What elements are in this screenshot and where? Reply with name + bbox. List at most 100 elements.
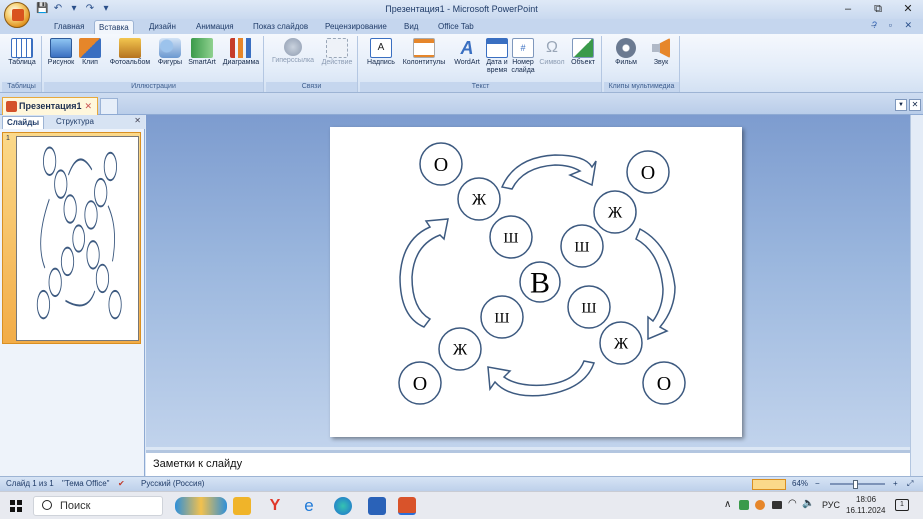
tab-insert[interactable]: Вставка xyxy=(94,20,134,34)
tray-app2-icon[interactable] xyxy=(755,500,765,510)
zoom-in-button[interactable]: + xyxy=(893,477,898,491)
wordart-button[interactable]: A WordArt xyxy=(450,36,484,67)
arrow-right xyxy=(635,227,676,341)
action-icon xyxy=(326,38,348,58)
office-logo-icon xyxy=(12,9,24,21)
group-links-label: Связи xyxy=(266,82,357,92)
notes-pane[interactable]: Заметки к слайду xyxy=(146,450,910,476)
clock-date[interactable]: 16.11.2024 xyxy=(846,506,885,515)
windows-start-icon[interactable] xyxy=(10,500,22,512)
word-app-icon[interactable] xyxy=(368,497,386,515)
clock-time[interactable]: 18:06 xyxy=(856,495,876,504)
new-tab-button[interactable] xyxy=(100,98,118,114)
tab-slideshow[interactable]: Показ слайдов xyxy=(249,20,312,34)
notifications-icon[interactable]: 1 xyxy=(895,499,909,511)
document-tab[interactable]: Презентация1 ✕ xyxy=(2,97,98,115)
circle-mid-bottom-left-label: Ж xyxy=(453,342,468,359)
window-title: Презентация1 - Microsoft PowerPoint xyxy=(385,4,538,14)
action-label: Действие xyxy=(321,59,353,66)
shapes-button[interactable]: Фигуры xyxy=(155,36,185,67)
spellcheck-icon[interactable]: ✔ xyxy=(118,477,125,491)
tab-review[interactable]: Рецензирование xyxy=(321,20,391,34)
sound-button[interactable]: Звук xyxy=(646,36,676,67)
taskbar-search-label: Поиск xyxy=(60,500,91,512)
yandex-browser-icon[interactable]: Y xyxy=(266,497,284,515)
tab-slides[interactable]: Слайды xyxy=(2,116,45,129)
tab-outline[interactable]: Структура xyxy=(52,116,98,129)
zoom-level[interactable]: 64% xyxy=(792,477,808,491)
circle-outer-bottom-right-label: О xyxy=(657,373,671,395)
tab-office-tab[interactable]: Office Tab xyxy=(434,20,478,34)
hyperlink-button[interactable]: Гиперссылка xyxy=(268,36,318,65)
slide-number-button[interactable]: # Номер слайда xyxy=(510,36,536,75)
battery-icon[interactable] xyxy=(772,501,782,509)
circle-mid-top-right-label: Ж xyxy=(608,205,623,222)
language-status[interactable]: Русский (Россия) xyxy=(141,477,204,491)
search-icon xyxy=(42,500,52,510)
tab-animation[interactable]: Анимация xyxy=(192,20,238,34)
circle-outer-bottom-left-label: О xyxy=(413,373,427,395)
slide-thumbnail[interactable] xyxy=(16,136,139,341)
input-language[interactable]: РУС xyxy=(822,500,840,510)
zoom-out-button[interactable]: − xyxy=(815,477,820,491)
theme-name[interactable]: "Тема Office" xyxy=(62,477,110,491)
document-tab-label: Презентация1 xyxy=(19,101,82,111)
object-button[interactable]: Объект xyxy=(568,36,598,67)
slide-drawing: О О Ж Ж Ш Ш В Ш Ш Ж Ж О О xyxy=(398,142,686,405)
document-close-icon[interactable]: ✕ xyxy=(909,99,921,111)
picture-button[interactable]: Рисунок xyxy=(46,36,76,67)
document-tab-close-icon[interactable]: ✕ xyxy=(84,98,92,115)
shapes-icon xyxy=(159,38,181,58)
tab-home[interactable]: Главная xyxy=(50,20,88,34)
date-time-button[interactable]: Дата и время xyxy=(484,36,510,75)
group-media-label: Клипы мультимедиа xyxy=(604,82,679,92)
tab-view[interactable]: Вид xyxy=(400,20,422,34)
ribbon-window-controls[interactable]: – ▫ ✕ xyxy=(871,20,917,31)
ribbon: Таблица Таблицы Рисунок Клип Фотоальбом … xyxy=(0,34,923,93)
header-footer-button[interactable]: Колонтитулы xyxy=(398,36,450,67)
tray-app-icon[interactable] xyxy=(739,500,749,510)
close-button[interactable]: ✕ xyxy=(893,0,923,19)
movie-button[interactable]: Фильм xyxy=(610,36,642,67)
smartart-icon xyxy=(191,38,213,58)
chart-button[interactable]: Диаграмма xyxy=(220,36,262,67)
header-footer-label: Колонтитулы xyxy=(402,59,446,66)
slides-pane-close-icon[interactable]: ✕ xyxy=(134,116,141,125)
table-button[interactable]: Таблица xyxy=(4,36,40,67)
volume-icon[interactable]: 🔈 xyxy=(802,498,814,509)
clip-label: Клип xyxy=(82,59,98,66)
restore-button[interactable]: ⧉ xyxy=(863,0,893,19)
wordart-icon: A xyxy=(460,38,474,58)
symbol-label: Символ xyxy=(539,59,565,66)
powerpoint-app-icon[interactable] xyxy=(398,497,416,515)
network-icon[interactable]: ◠ xyxy=(788,498,797,509)
photo-album-button[interactable]: Фотоальбом xyxy=(106,36,154,67)
chart-label: Диаграмма xyxy=(222,59,260,66)
textbox-button[interactable]: A Надпись xyxy=(364,36,398,67)
normal-view-icon[interactable] xyxy=(752,479,786,490)
action-button[interactable]: Действие xyxy=(318,36,356,67)
symbol-button[interactable]: Ω Символ xyxy=(537,36,567,67)
zoom-slider-knob[interactable] xyxy=(853,480,858,489)
office-button[interactable] xyxy=(4,2,30,28)
vertical-scrollbar[interactable] xyxy=(910,115,923,476)
file-explorer-icon[interactable] xyxy=(233,497,251,515)
clip-icon xyxy=(79,38,101,58)
clip-button[interactable]: Клип xyxy=(78,36,102,67)
arrow-bottom xyxy=(487,360,595,397)
tab-list-dropdown-icon[interactable]: ▼ xyxy=(895,99,907,111)
taskbar-search[interactable]: Поиск xyxy=(33,496,163,516)
smartart-button[interactable]: SmartArt xyxy=(186,36,218,67)
minimize-button[interactable]: – xyxy=(833,0,863,19)
slide-thumbnail-selected[interactable]: 1 xyxy=(2,132,141,344)
edge-icon[interactable] xyxy=(334,497,352,515)
weather-widget-icon[interactable] xyxy=(175,497,227,515)
tab-design[interactable]: Дизайн xyxy=(145,20,180,34)
slide[interactable]: О О Ж Ж Ш Ш В Ш Ш Ж Ж О О xyxy=(330,127,742,437)
tray-chevron-icon[interactable]: ∧ xyxy=(724,499,731,510)
arrow-left xyxy=(399,218,449,328)
internet-explorer-icon[interactable]: e xyxy=(300,497,318,515)
window-controls: – ⧉ ✕ xyxy=(833,0,923,19)
fit-to-window-icon[interactable]: ⤢ xyxy=(907,477,913,491)
calendar-icon xyxy=(486,38,508,58)
